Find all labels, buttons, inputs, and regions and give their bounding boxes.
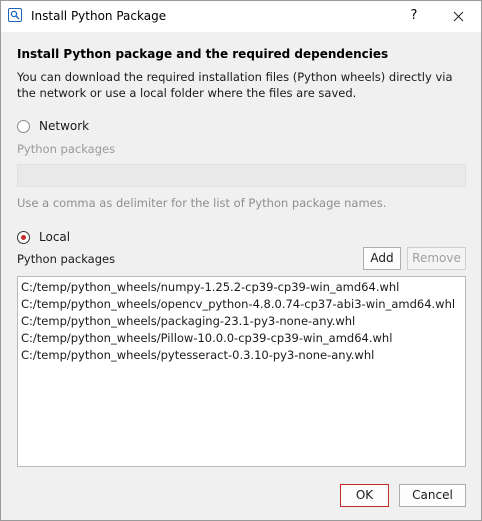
window-title: Install Python Package xyxy=(31,9,167,23)
list-item[interactable]: C:/temp/python_wheels/packaging-23.1-py3… xyxy=(21,313,355,330)
section-heading: Install Python package and the required … xyxy=(17,47,389,61)
remove-button[interactable]: Remove xyxy=(407,247,466,270)
list-item[interactable]: C:/temp/python_wheels/Pillow-10.0.0-cp39… xyxy=(21,330,392,347)
local-label: Local xyxy=(39,230,71,244)
dialog-content: Install Python package and the required … xyxy=(1,32,481,520)
local-packages-label: Python packages xyxy=(17,252,116,266)
ok-button[interactable]: OK xyxy=(340,484,389,507)
close-icon[interactable] xyxy=(449,5,469,27)
list-item[interactable]: C:/temp/python_wheels/opencv_python-4.8.… xyxy=(21,296,455,313)
network-packages-label: Python packages xyxy=(17,142,116,156)
search-icon xyxy=(8,8,22,22)
help-button[interactable]: ? xyxy=(404,5,424,27)
local-packages-list[interactable]: C:/temp/python_wheels/numpy-1.25.2-cp39-… xyxy=(17,276,466,467)
section-description: You can download the required installati… xyxy=(17,70,453,100)
title-bar: Install Python Package ? xyxy=(1,1,481,32)
list-item[interactable]: C:/temp/python_wheels/pytesseract-0.3.10… xyxy=(21,347,374,364)
list-item[interactable]: C:/temp/python_wheels/numpy-1.25.2-cp39-… xyxy=(21,279,399,296)
network-packages-input[interactable] xyxy=(17,164,466,187)
network-label: Network xyxy=(39,119,90,133)
network-hint: Use a comma as delimiter for the list of… xyxy=(17,196,387,210)
local-radio[interactable] xyxy=(17,231,30,244)
add-button[interactable]: Add xyxy=(363,247,401,270)
install-python-package-dialog: Install Python Package ? Install Python … xyxy=(0,0,482,521)
cancel-button[interactable]: Cancel xyxy=(399,484,466,507)
network-radio[interactable] xyxy=(17,120,30,133)
